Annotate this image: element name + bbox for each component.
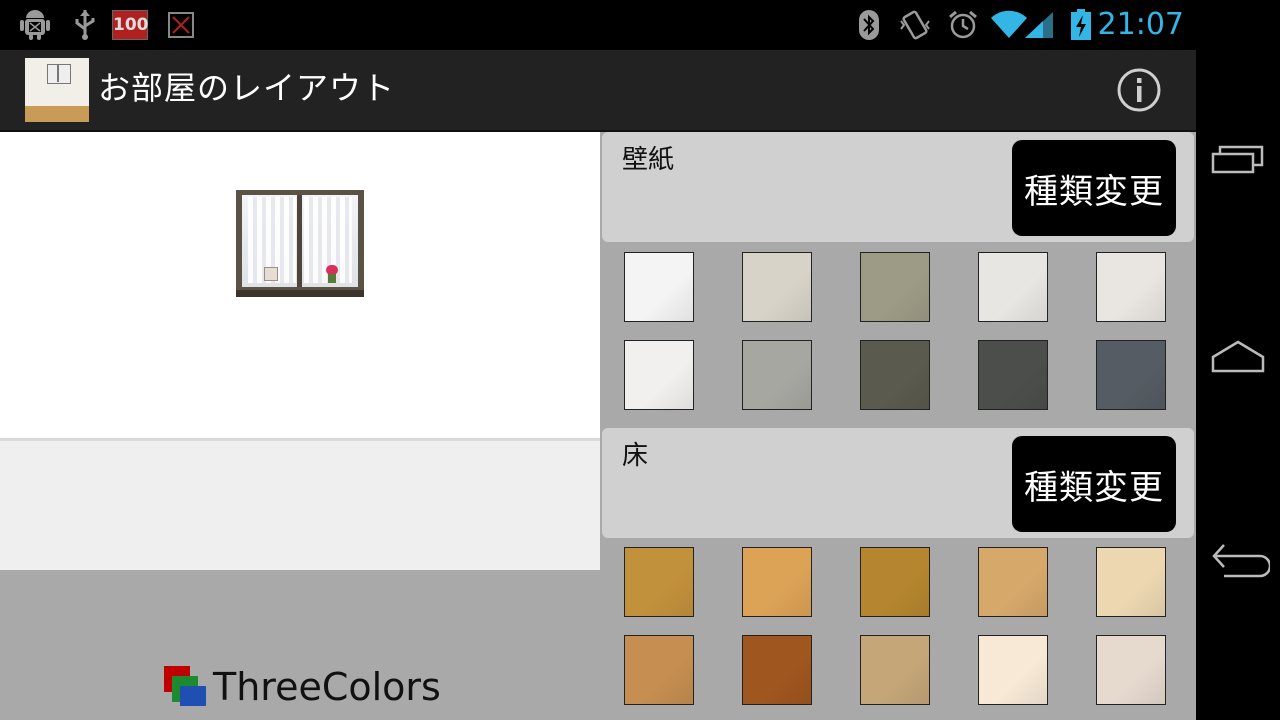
battery-charging-icon: [1064, 8, 1098, 42]
app-icon[interactable]: [25, 58, 89, 122]
bottom-area: ThreeColors: [0, 570, 600, 720]
signal-icon: [1022, 8, 1056, 42]
app-icon-floor: [25, 106, 89, 122]
floor-change-button[interactable]: 種類変更: [1012, 436, 1176, 532]
floor-swatch-5[interactable]: [1096, 547, 1166, 617]
window-center-bar: [297, 195, 302, 287]
recent-apps-button[interactable]: [1210, 140, 1266, 180]
wallpaper-section-header: 壁紙 種類変更: [602, 132, 1194, 242]
navigation-bar: [1196, 0, 1280, 720]
floor-swatch-10[interactable]: [1096, 635, 1166, 705]
wallpaper-label: 壁紙: [622, 145, 675, 175]
wall-swatch-3[interactable]: [860, 252, 930, 322]
wall-swatch-6[interactable]: [624, 340, 694, 410]
back-icon: [1212, 544, 1272, 578]
app-icon-window-bar: [57, 64, 59, 82]
clock: 21:07: [1097, 7, 1184, 42]
window-flower-stem: [328, 274, 336, 283]
recent-apps-icon: [1211, 145, 1264, 174]
window-sill: [236, 290, 364, 297]
logo-square-blue: [180, 686, 206, 706]
wall-swatch-9[interactable]: [978, 340, 1048, 410]
vibrate-icon: [898, 8, 932, 42]
info-button[interactable]: [1116, 67, 1162, 113]
logo-text: ThreeColors: [213, 665, 441, 709]
window-photo-frame: [264, 267, 278, 281]
floor-swatch-7[interactable]: [742, 635, 812, 705]
wallpaper-change-button[interactable]: 種類変更: [1012, 140, 1176, 236]
floor-swatch-3[interactable]: [860, 547, 930, 617]
home-button[interactable]: [1210, 338, 1266, 378]
app-icon-window: [47, 64, 71, 84]
app-title: お部屋のレイアウト: [98, 69, 396, 107]
alarm-icon: [946, 8, 980, 42]
room-preview: [0, 132, 600, 570]
wall-swatch-10[interactable]: [1096, 340, 1166, 410]
home-icon: [1211, 340, 1265, 373]
android-debug-icon: [18, 8, 52, 42]
bluetooth-icon: [852, 8, 886, 42]
floor-swatch-8[interactable]: [860, 635, 930, 705]
wall-swatch-1[interactable]: [624, 252, 694, 322]
threecolors-logo-icon: [164, 666, 208, 710]
wall-swatch-2[interactable]: [742, 252, 812, 322]
room-wall: [0, 132, 600, 441]
floor-swatch-1[interactable]: [624, 547, 694, 617]
usb-icon: [68, 8, 102, 42]
floor-section-header: 床 種類変更: [602, 428, 1194, 538]
floor-swatch-6[interactable]: [624, 635, 694, 705]
texture-panel: 壁紙 種類変更 床 種類変更: [600, 132, 1196, 720]
wall-swatch-8[interactable]: [860, 340, 930, 410]
wall-swatch-5[interactable]: [1096, 252, 1166, 322]
room-floor: [0, 441, 600, 570]
action-bar: お部屋のレイアウト: [0, 50, 1196, 132]
floor-swatch-4[interactable]: [978, 547, 1048, 617]
wall-swatch-7[interactable]: [742, 340, 812, 410]
back-button[interactable]: [1210, 540, 1272, 580]
floor-swatch-2[interactable]: [742, 547, 812, 617]
info-icon: [1117, 68, 1161, 112]
floor-label: 床: [622, 441, 649, 471]
battery-100-badge-icon: 100: [112, 8, 149, 42]
no-sim-icon: [164, 8, 198, 42]
room-window[interactable]: [236, 190, 364, 297]
floor-swatch-9[interactable]: [978, 635, 1048, 705]
wall-swatch-4[interactable]: [978, 252, 1048, 322]
battery-badge-text: 100: [112, 10, 149, 40]
status-bar: 100 21:07: [0, 0, 1196, 50]
